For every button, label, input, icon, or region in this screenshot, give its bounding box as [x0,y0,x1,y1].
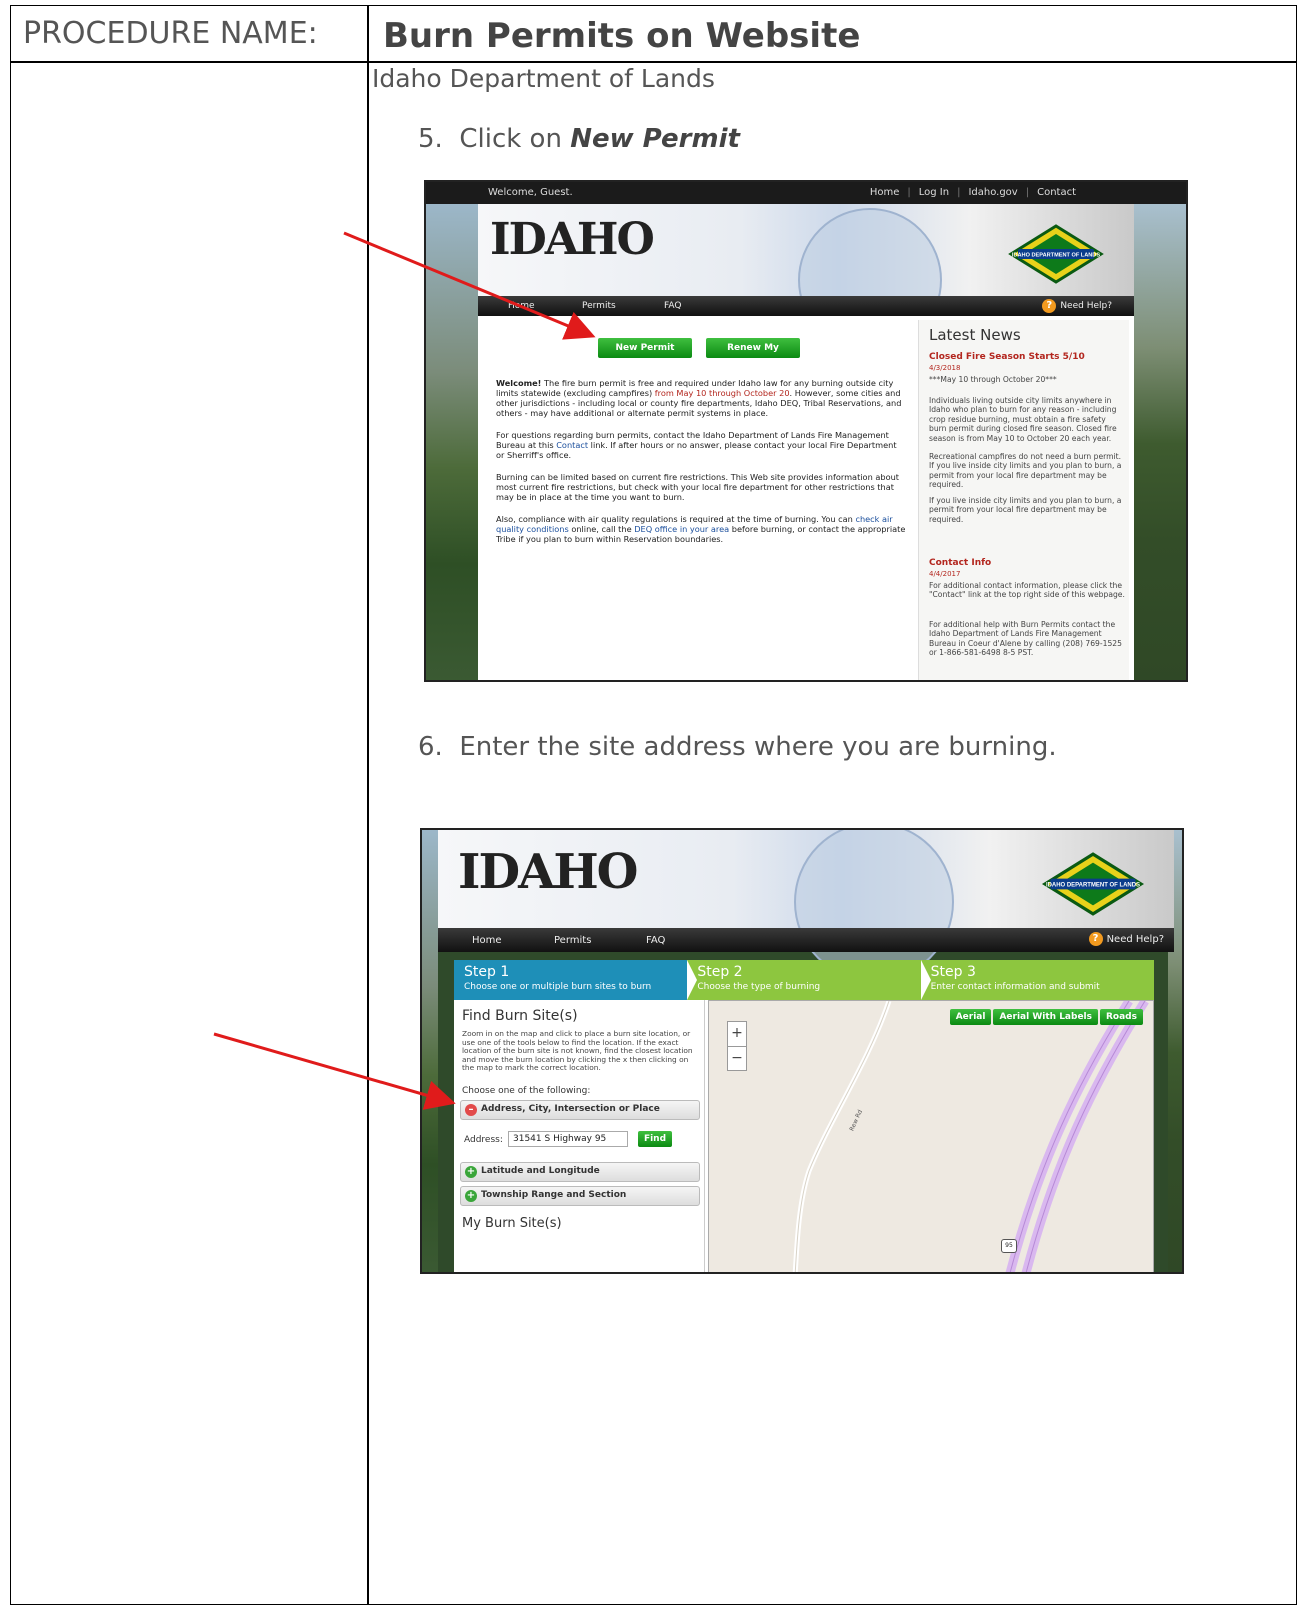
idl-logo: IDAHO DEPARTMENT OF LANDS [1041,852,1145,916]
nav-home[interactable]: Home [472,935,502,946]
step-chevron [687,960,698,1000]
home-content: New Permit Renew My Permits Welcome! The… [478,316,1134,680]
welcome-paragraph: Welcome! The fire burn permit is free an… [496,378,902,418]
address-input[interactable]: 31541 S Highway 95 [508,1131,628,1147]
nav-faq[interactable]: FAQ [664,301,681,311]
top-link-home[interactable]: Home [870,187,900,198]
map-type-buttons: Aerial Aerial With Labels Roads [949,1009,1143,1025]
svg-text:IDAHO DEPARTMENT OF LANDS: IDAHO DEPARTMENT OF LANDS [1046,883,1140,889]
top-link-login[interactable]: Log In [919,187,949,198]
step-1-tab[interactable]: Step 1 Choose one or multiple burn sites … [454,960,698,1000]
news-item-date: 4/4/2017 [929,570,961,578]
state-seal-watermark [794,830,954,982]
news-item-text: For additional help with Burn Permits co… [929,620,1122,658]
screenshot-find-burn-site: IDAHO IDAHO DEPARTMENT OF LANDS Home Per… [420,828,1184,1274]
top-bar: Welcome, Guest. Home | Log In | Idaho.gov |… [426,182,1186,204]
choose-label: Choose one of the following: [462,1086,591,1096]
organization-name: Idaho Department of Lands [372,64,715,93]
arrow-to-address-icon [213,1032,456,1110]
find-burn-site-heading: Find Burn Site(s) [462,1008,578,1024]
need-help-link[interactable]: ? Need Help? [1088,932,1164,946]
step-3-tab[interactable]: Step 3 Enter contact information and subm… [920,960,1154,1000]
new-permit-button[interactable]: New Permit [598,338,692,358]
news-item-title[interactable]: Closed Fire Season Starts 5/10 [929,352,1085,362]
expand-icon: + [465,1190,477,1202]
top-link-contact[interactable]: Contact [1037,187,1076,198]
procedure-label: PROCEDURE NAME: [23,16,318,51]
accordion-lat-long[interactable]: + Latitude and Longitude [460,1162,700,1182]
address-label: Address: [464,1135,503,1145]
need-help-link[interactable]: ? Need Help? [1042,299,1112,313]
zoom-out-button[interactable]: − [728,1046,746,1071]
step-5-instruction: 5. Click on New Permit [418,124,740,154]
roads-button[interactable]: Roads [1100,1009,1143,1025]
main-nav: Home Permits FAQ ?Need Help? [438,928,1174,952]
map-roads [792,1001,1149,1272]
restrictions-paragraph: Burning can be limited based on current … [496,472,899,502]
latest-news-panel: Latest News Closed Fire Season Starts 5/… [918,320,1129,680]
wizard-steps: Step 1 Choose one or multiple burn sites … [454,960,1154,1000]
find-button[interactable]: Find [638,1131,672,1147]
latest-news-heading: Latest News [929,326,1021,344]
my-burn-sites-heading: My Burn Site(s) [462,1216,562,1231]
step-6-instruction: 6. Enter the site address where you are … [418,732,1057,762]
burn-site-panel: Find Burn Site(s) Zoom in on the map and… [454,1000,1154,1272]
news-item-text: For additional contact information, plea… [929,581,1125,600]
zoom-in-button[interactable]: + [728,1022,746,1046]
svg-text:IDAHO DEPARTMENT OF LANDS: IDAHO DEPARTMENT OF LANDS [1012,253,1100,259]
news-item-text: Individuals living outside city limits a… [929,396,1117,443]
news-item-text: Recreational campfires do not need a bur… [929,452,1122,490]
site-header: IDAHO IDAHO DEPARTMENT OF LANDS [438,830,1174,982]
idl-logo: IDAHO DEPARTMENT OF LANDS [1008,224,1104,284]
expand-icon: + [465,1166,477,1178]
news-item-date: 4/3/2018 [929,364,961,372]
arrow-to-new-permit-icon [343,231,596,340]
air-quality-paragraph: Also, compliance with air quality regula… [496,514,906,544]
map-view[interactable]: Rew Rd + − Aerial Aerial With Labels Roa… [708,1000,1154,1272]
accordion-address[interactable]: – Address, City, Intersection or Place [460,1100,700,1120]
welcome-text: Welcome, Guest. [488,187,573,198]
find-burn-site-description: Zoom in on the map and click to place a … [462,1029,693,1073]
step-chevron [920,960,931,1000]
news-item-text: If you live inside city limits and you p… [929,496,1122,524]
top-links: Home | Log In | Idaho.gov | Contact [869,187,1076,198]
zoom-control: + − [727,1021,747,1071]
top-link-idaho-gov[interactable]: Idaho.gov [968,187,1017,198]
aerial-button[interactable]: Aerial [949,1009,992,1025]
news-item-subtitle: ***May 10 through October 20*** [929,375,1057,384]
find-burn-site-column: Find Burn Site(s) Zoom in on the map and… [454,1000,705,1272]
lake-scenery-right [1132,204,1186,680]
procedure-title: Burn Permits on Website [383,16,861,56]
deq-office-link[interactable]: DEQ office in your area [634,524,729,534]
help-icon: ? [1042,299,1057,313]
contact-link[interactable]: Contact [556,440,588,450]
idaho-logo[interactable]: IDAHO [458,844,638,900]
questions-paragraph: For questions regarding burn permits, co… [496,430,897,460]
aerial-with-labels-button[interactable]: Aerial With Labels [993,1009,1098,1025]
highway-shield-icon: 95 [1001,1239,1017,1253]
news-item-title[interactable]: Contact Info [929,558,991,568]
step-2-tab[interactable]: Step 2 Choose the type of burning [687,960,931,1000]
nav-faq[interactable]: FAQ [646,935,665,946]
collapse-icon: – [465,1104,477,1116]
help-icon: ? [1088,932,1103,946]
row-divider [11,61,1296,63]
renew-my-permits-button[interactable]: Renew My Permits [706,338,800,373]
accordion-township[interactable]: + Township Range and Section [460,1186,700,1206]
new-permit-emphasis: New Permit [570,124,740,154]
nav-permits[interactable]: Permits [554,935,591,946]
